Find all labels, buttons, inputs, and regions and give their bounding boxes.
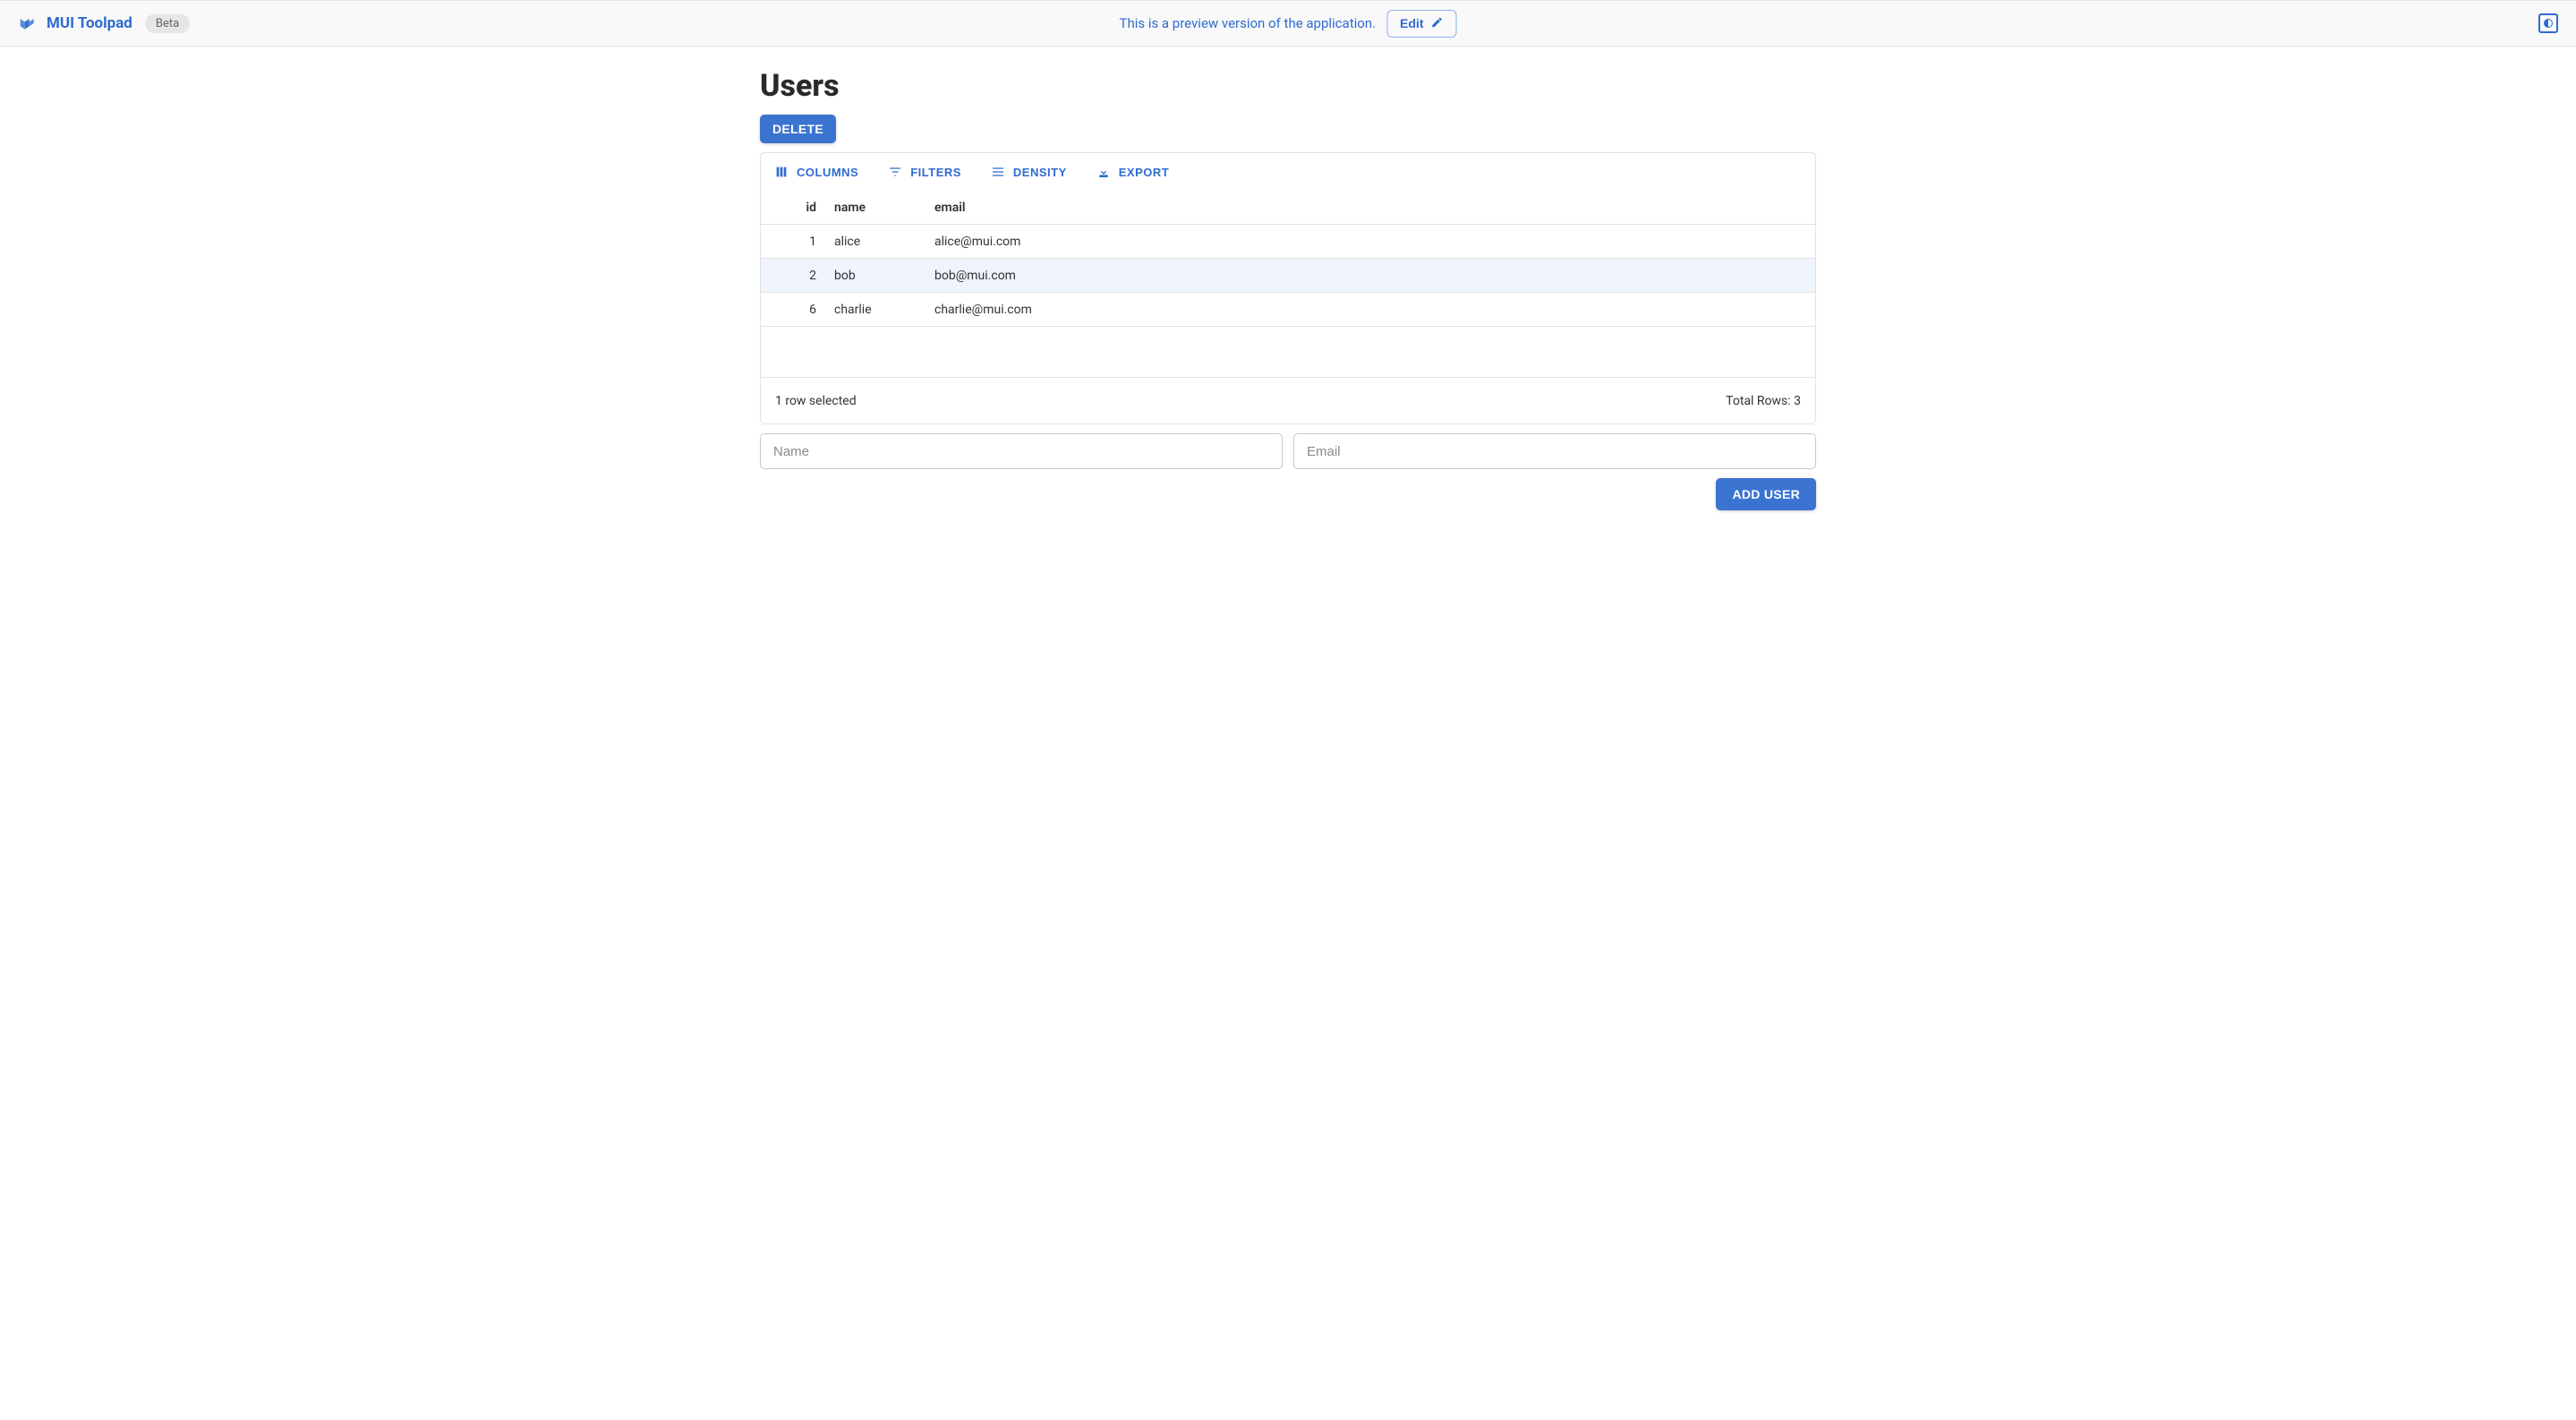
selected-count: 1 row selected [775,394,857,408]
cell-name: bob [822,269,929,283]
name-input[interactable] [760,433,1283,469]
total-rows: Total Rows: 3 [1726,394,1801,408]
preview-message: This is a preview version of the applica… [1120,15,1377,31]
delete-button[interactable]: DELETE [760,115,836,143]
export-label: EXPORT [1119,166,1169,179]
export-icon [1096,164,1112,180]
density-icon [990,164,1006,180]
edit-button-label: Edit [1400,16,1423,30]
app-header: MUI Toolpad Beta This is a preview versi… [0,0,2576,47]
cell-email: charlie@mui.com [929,303,1806,317]
filter-icon [887,164,903,180]
main-content: Users DELETE COLUMNS FILTERS DENSITY [760,47,1816,510]
columns-button[interactable]: COLUMNS [768,160,864,184]
density-label: DENSITY [1013,166,1067,179]
grid-footer: 1 row selected Total Rows: 3 [761,377,1815,423]
header-right [2538,13,2558,33]
filters-button[interactable]: FILTERS [882,160,967,184]
brand-name: MUI Toolpad [47,14,132,32]
contrast-icon [2544,19,2553,28]
grid-rows: 1alicealice@mui.com2bobbob@mui.com6charl… [761,225,1815,377]
grid-toolbar: COLUMNS FILTERS DENSITY EXPORT [761,153,1815,191]
density-button[interactable]: DENSITY [985,160,1072,184]
email-input[interactable] [1293,433,1816,469]
cell-id: 2 [770,269,822,283]
cell-email: alice@mui.com [929,235,1806,249]
cell-id: 6 [770,303,822,317]
pencil-icon [1431,16,1444,31]
filters-label: FILTERS [910,166,961,179]
table-row[interactable]: 2bobbob@mui.com [761,259,1815,293]
columns-label: COLUMNS [797,166,858,179]
col-header-name[interactable]: name [822,201,929,215]
columns-icon [773,164,789,180]
theme-toggle-button[interactable] [2538,13,2558,33]
brand[interactable]: MUI Toolpad Beta [18,13,190,33]
brand-logo-icon [18,13,38,33]
export-button[interactable]: EXPORT [1090,160,1174,184]
col-header-email[interactable]: email [929,201,1806,215]
table-row[interactable]: 6charliecharlie@mui.com [761,293,1815,327]
page-title: Users [760,68,1816,104]
col-header-id[interactable]: id [770,201,822,215]
edit-button[interactable]: Edit [1386,10,1456,38]
add-user-button[interactable]: ADD USER [1716,478,1816,510]
cell-name: charlie [822,303,929,317]
grid-column-headers: id name email [761,191,1815,225]
cell-name: alice [822,235,929,249]
cell-id: 1 [770,235,822,249]
header-center: This is a preview version of the applica… [1120,10,1457,38]
add-user-row: ADD USER [760,478,1816,510]
table-row[interactable]: 1alicealice@mui.com [761,225,1815,259]
beta-badge: Beta [145,14,190,33]
cell-email: bob@mui.com [929,269,1806,283]
input-row [760,433,1816,469]
data-grid: COLUMNS FILTERS DENSITY EXPORT [760,152,1816,424]
